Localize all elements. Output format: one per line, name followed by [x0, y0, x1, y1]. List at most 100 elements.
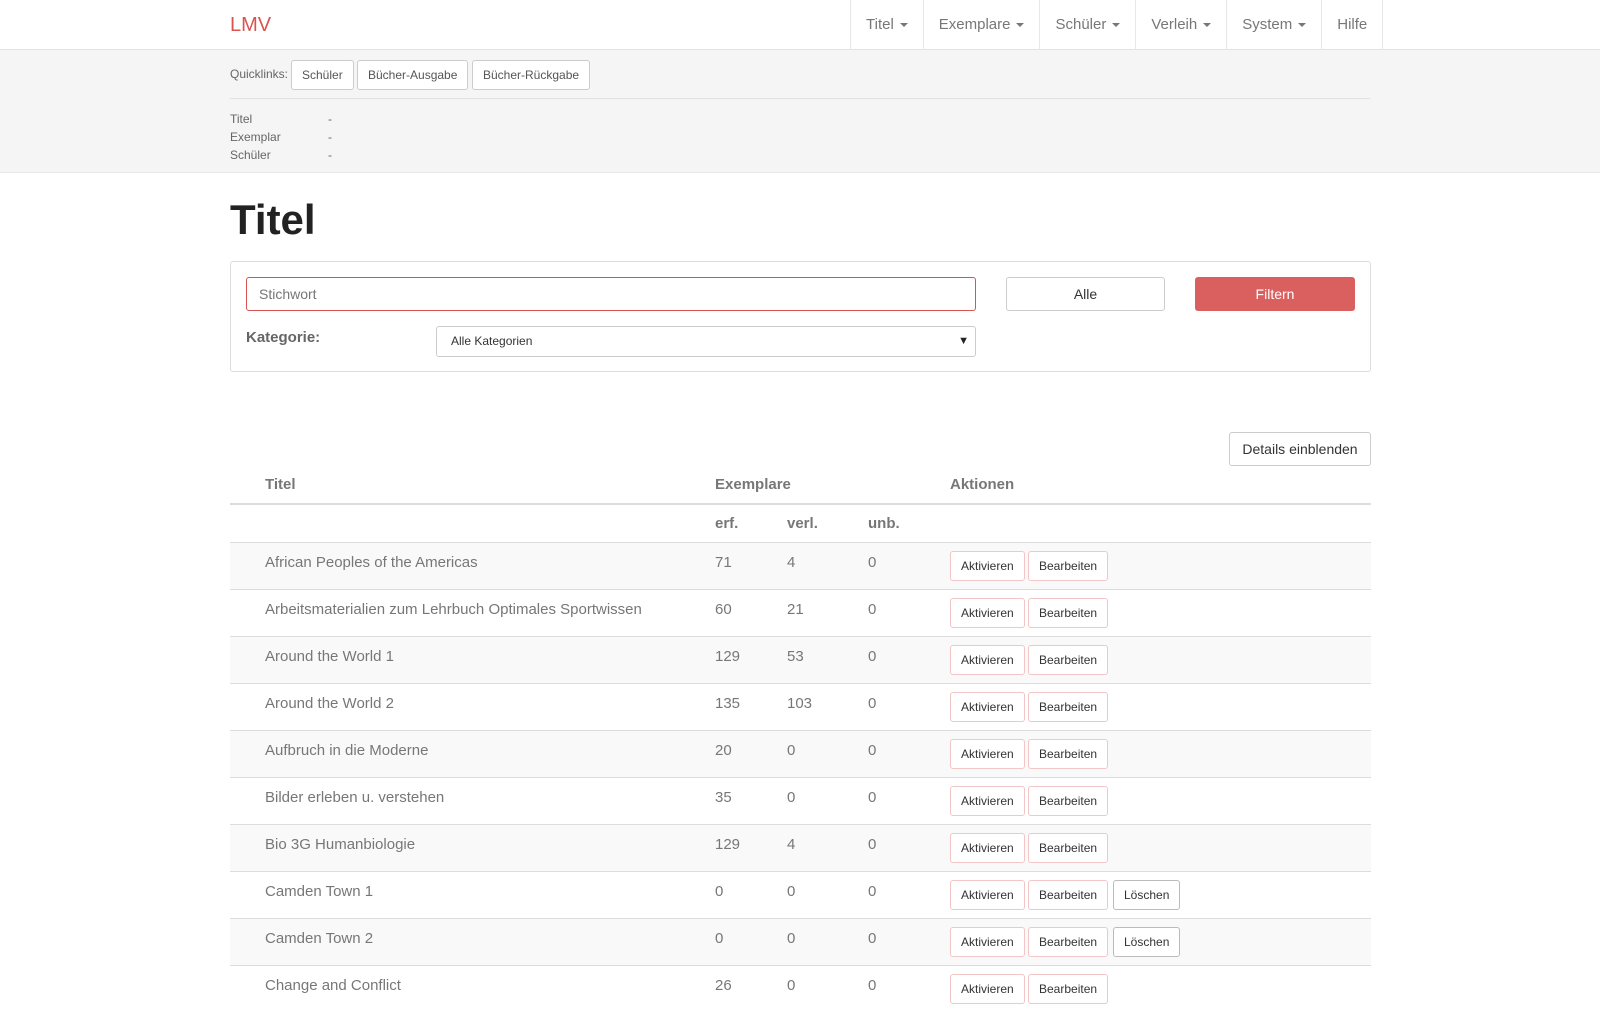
activate-button[interactable]: Aktivieren — [950, 692, 1025, 722]
row-title: Bio 3G Humanbiologie — [265, 836, 416, 853]
caret-down-icon — [1203, 23, 1212, 28]
all-button[interactable]: Alle — [1006, 277, 1165, 311]
info-key: Exemplar — [230, 130, 281, 144]
nav-titel-label: Titel — [866, 16, 894, 33]
filter-panel: Alle Filtern Kategorie: Alle Kategorien … — [230, 261, 1371, 372]
navbar: LMV Titel Exemplare Schüler Verleih Syst… — [0, 0, 1600, 50]
column-header-actions: Aktionen — [950, 476, 1015, 493]
column-header-recorded: erf. — [715, 515, 739, 532]
info-row-titel: Titel - — [230, 112, 332, 126]
edit-button[interactable]: Bearbeiten — [1028, 692, 1109, 722]
nav-hilfe[interactable]: Hilfe — [1322, 0, 1384, 50]
row-unusable: 0 — [868, 883, 877, 900]
edit-button[interactable]: Bearbeiten — [1028, 645, 1109, 675]
nav-titel[interactable]: Titel — [851, 0, 924, 50]
row-lent: 0 — [787, 977, 796, 994]
quicklinks-bar: Quicklinks: Schüler Bücher-Ausgabe Büche… — [0, 50, 1600, 173]
divider — [230, 98, 1370, 99]
row-title: Camden Town 1 — [265, 883, 374, 900]
table-row: Camden Town 2 0 0 0 Aktivieren Bearbeiten Lösc… — [230, 918, 1371, 965]
edit-button[interactable]: Bearbeiten — [1028, 833, 1109, 863]
activate-button[interactable]: Aktivieren — [950, 551, 1025, 581]
row-title: Bilder erleben u. verstehen — [265, 789, 445, 806]
row-unusable: 0 — [868, 789, 877, 806]
row-unusable: 0 — [868, 977, 877, 994]
info-value: - — [328, 130, 332, 144]
nav-exemplare[interactable]: Exemplare — [924, 0, 1041, 50]
nav-schueler[interactable]: Schüler — [1040, 0, 1137, 50]
row-title: Change and Conflict — [265, 977, 401, 994]
quicklinks-label: Quicklinks: — [230, 67, 289, 81]
category-select[interactable]: Alle Kategorien ▼ — [436, 326, 976, 357]
filter-button[interactable]: Filtern — [1195, 277, 1355, 311]
row-unusable: 0 — [868, 836, 877, 853]
nav-schueler-label: Schüler — [1055, 16, 1107, 33]
row-recorded: 60 — [715, 601, 732, 618]
row-recorded: 129 — [715, 836, 741, 853]
nav-verleih[interactable]: Verleih — [1136, 0, 1228, 50]
table-row: Arbeitsmaterialien zum Lehrbuch Optimale… — [230, 589, 1371, 636]
table-row: Camden Town 1 0 0 0 Aktivieren Bearbeiten Lösc… — [230, 871, 1371, 918]
edit-button[interactable]: Bearbeiten — [1028, 927, 1109, 957]
activate-button[interactable]: Aktivieren — [950, 739, 1025, 769]
row-title: Aufbruch in die Moderne — [265, 742, 429, 759]
activate-button[interactable]: Aktivieren — [950, 645, 1025, 675]
row-title: Camden Town 2 — [265, 930, 374, 947]
caret-down-icon — [1016, 23, 1025, 28]
row-recorded: 0 — [715, 883, 724, 900]
table-row: African Peoples of the Americas 71 4 0 Aktiv… — [230, 542, 1371, 589]
table-row: Around the World 2 135 103 0 Aktivieren Bearb… — [230, 683, 1371, 730]
activate-button[interactable]: Aktivieren — [950, 598, 1025, 628]
edit-button[interactable]: Bearbeiten — [1028, 739, 1109, 769]
row-recorded: 129 — [715, 648, 741, 665]
edit-button[interactable]: Bearbeiten — [1028, 551, 1109, 581]
row-recorded: 20 — [715, 742, 732, 759]
nav-exemplare-label: Exemplare — [938, 16, 1011, 33]
info-row-exemplar: Exemplar - — [230, 130, 332, 144]
column-header-lent: verl. — [787, 515, 818, 532]
row-lent: 4 — [787, 836, 796, 853]
brand-logo[interactable]: LMV — [230, 0, 271, 50]
activate-button[interactable]: Aktivieren — [950, 786, 1025, 816]
row-lent: 21 — [787, 601, 804, 618]
row-lent: 53 — [787, 648, 804, 665]
quicklink-buecher-ausgabe-button[interactable]: Bücher-Ausgabe — [357, 60, 469, 90]
activate-button[interactable]: Aktivieren — [950, 927, 1025, 957]
delete-button[interactable]: Löschen — [1113, 880, 1181, 910]
caret-down-icon — [1112, 23, 1121, 28]
row-lent: 0 — [787, 930, 796, 947]
info-value: - — [328, 148, 332, 162]
activate-button[interactable]: Aktivieren — [950, 833, 1025, 863]
row-recorded: 35 — [715, 789, 732, 806]
row-recorded: 135 — [715, 695, 741, 712]
search-input[interactable] — [246, 277, 976, 311]
row-title: African Peoples of the Americas — [265, 554, 478, 571]
row-unusable: 0 — [868, 554, 877, 571]
row-lent: 4 — [787, 554, 796, 571]
row-unusable: 0 — [868, 695, 877, 712]
row-recorded: 71 — [715, 554, 732, 571]
header-divider — [230, 503, 1371, 505]
quicklink-schueler-button[interactable]: Schüler — [291, 60, 354, 90]
row-lent: 0 — [787, 789, 796, 806]
column-header-unusable: unb. — [868, 515, 900, 532]
activate-button[interactable]: Aktivieren — [950, 880, 1025, 910]
delete-button[interactable]: Löschen — [1113, 927, 1181, 957]
edit-button[interactable]: Bearbeiten — [1028, 598, 1109, 628]
row-unusable: 0 — [868, 648, 877, 665]
table-row: Bilder erleben u. verstehen 35 0 0 Aktiviere… — [230, 777, 1371, 824]
main-nav: Titel Exemplare Schüler Verleih System H… — [850, 0, 1384, 50]
table-row: Around the World 1 129 53 0 Aktivieren Bearbe… — [230, 636, 1371, 683]
caret-down-icon — [899, 23, 908, 28]
nav-system-label: System — [1242, 16, 1293, 33]
category-label: Kategorie: — [246, 329, 321, 346]
edit-button[interactable]: Bearbeiten — [1028, 880, 1109, 910]
column-header-title: Titel — [265, 476, 296, 493]
nav-system[interactable]: System — [1227, 0, 1323, 50]
show-details-button[interactable]: Details einblenden — [1229, 432, 1371, 466]
quicklink-buecher-rueckgabe-button[interactable]: Bücher-Rückgabe — [472, 60, 591, 90]
table-row: Bio 3G Humanbiologie 129 4 0 Aktivieren Bearb… — [230, 824, 1371, 871]
table-row: Aufbruch in die Moderne 20 0 0 Aktivieren Bea… — [230, 730, 1371, 777]
edit-button[interactable]: Bearbeiten — [1028, 786, 1109, 816]
info-key: Schüler — [230, 148, 271, 162]
